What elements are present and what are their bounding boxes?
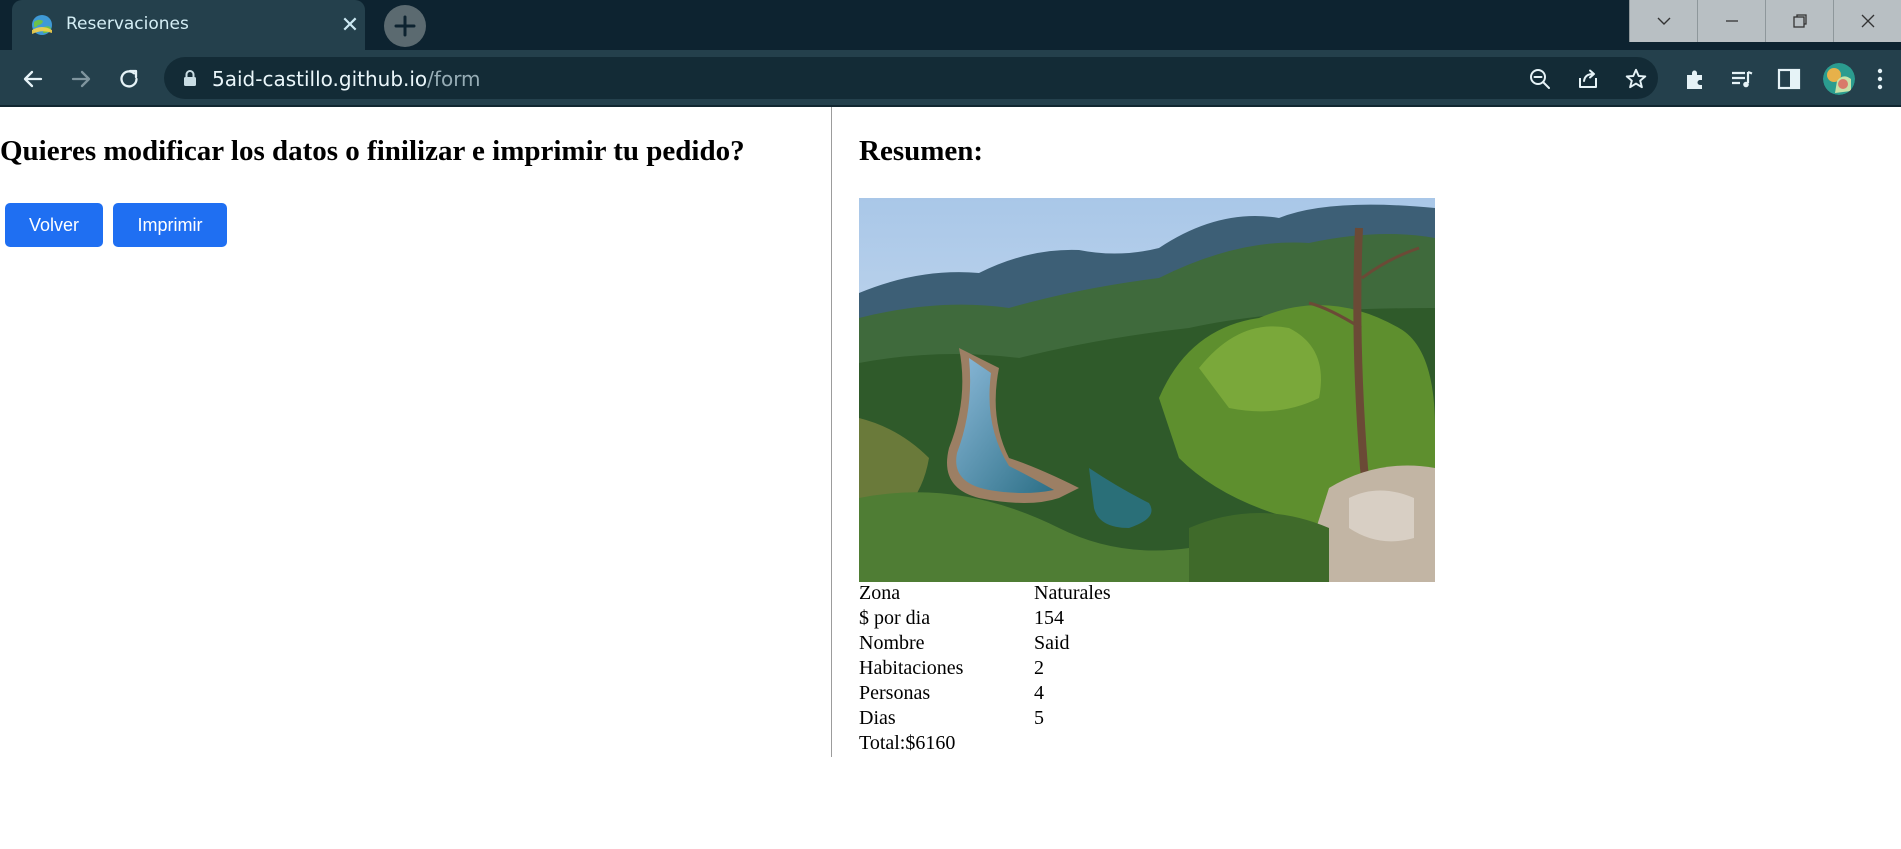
summary-row: Personas 4: [859, 681, 1111, 706]
share-icon[interactable]: [1576, 67, 1600, 91]
back-arrow-icon[interactable]: [20, 66, 46, 92]
extensions-puzzle-icon[interactable]: [1682, 66, 1708, 92]
restore-button[interactable]: [1765, 0, 1833, 42]
url-path: /form: [427, 67, 481, 91]
globe-icon: [30, 13, 54, 37]
summary-label: Zona: [859, 582, 901, 604]
minimize-button[interactable]: [1697, 0, 1765, 42]
summary-heading: Resumen:: [859, 135, 984, 167]
browser-toolbar: 5aid-castillo.github.io/form: [0, 50, 1901, 107]
question-heading: Quieres modificar los datos o finilizar …: [0, 135, 745, 167]
tab-search-button[interactable]: [1629, 0, 1697, 42]
browser-tab-active[interactable]: Reservaciones ✕: [12, 0, 365, 51]
url-host: 5aid-castillo.github.io: [212, 67, 428, 91]
close-tab-icon[interactable]: ✕: [337, 12, 363, 38]
window-controls: [1629, 0, 1901, 42]
summary-label: Personas: [859, 682, 931, 704]
zoom-out-icon[interactable]: [1528, 67, 1552, 91]
summary-table: Zona Naturales $ por dia 154 Nombre Said…: [859, 581, 1111, 731]
summary-label: $ por dia: [859, 607, 931, 629]
bookmark-star-icon[interactable]: [1624, 67, 1648, 91]
browser-tabstrip: Reservaciones ✕: [0, 0, 1901, 51]
profile-avatar[interactable]: [1823, 63, 1855, 95]
forward-arrow-icon[interactable]: [68, 66, 94, 92]
new-tab-button[interactable]: [384, 5, 426, 47]
page-content: Quieres modificar los datos o finilizar …: [0, 107, 1901, 849]
restore-icon: [1793, 14, 1807, 28]
address-bar[interactable]: 5aid-castillo.github.io/form: [164, 57, 1658, 99]
chevron-down-icon: [1657, 17, 1671, 25]
summary-row: Nombre Said: [859, 631, 1111, 656]
summary-value: 2: [1034, 657, 1044, 679]
reload-icon[interactable]: [116, 66, 142, 92]
summary-label: Habitaciones: [859, 657, 964, 679]
print-button[interactable]: Imprimir: [113, 203, 227, 247]
summary-row: $ por dia 154: [859, 606, 1111, 631]
close-icon: [1861, 14, 1875, 28]
actions-column: Quieres modificar los datos o finilizar …: [0, 107, 832, 757]
lock-icon[interactable]: [182, 69, 198, 92]
summary-value: 5: [1034, 707, 1044, 729]
tab-title: Reservaciones: [66, 14, 189, 34]
summary-value: Naturales: [1034, 582, 1111, 604]
summary-label: Dias: [859, 707, 896, 729]
back-button[interactable]: Volver: [5, 203, 103, 247]
minimize-icon: [1726, 20, 1738, 22]
summary-value: 154: [1034, 607, 1064, 629]
close-window-button[interactable]: [1833, 0, 1901, 42]
more-menu-icon[interactable]: [1875, 66, 1901, 92]
summary-value: Said: [1034, 632, 1070, 654]
summary-row: Habitaciones 2: [859, 656, 1111, 681]
plus-icon: [394, 15, 416, 37]
media-playlist-icon[interactable]: [1729, 66, 1755, 92]
url-text[interactable]: 5aid-castillo.github.io/form: [212, 67, 481, 91]
side-panel-icon[interactable]: [1776, 66, 1802, 92]
summary-label: Nombre: [859, 632, 925, 654]
total-amount: Total:$6160: [859, 732, 956, 754]
zone-photo: [859, 198, 1435, 582]
summary-value: 4: [1034, 682, 1044, 704]
summary-row: Zona Naturales: [859, 581, 1111, 606]
summary-row: Dias 5: [859, 706, 1111, 731]
